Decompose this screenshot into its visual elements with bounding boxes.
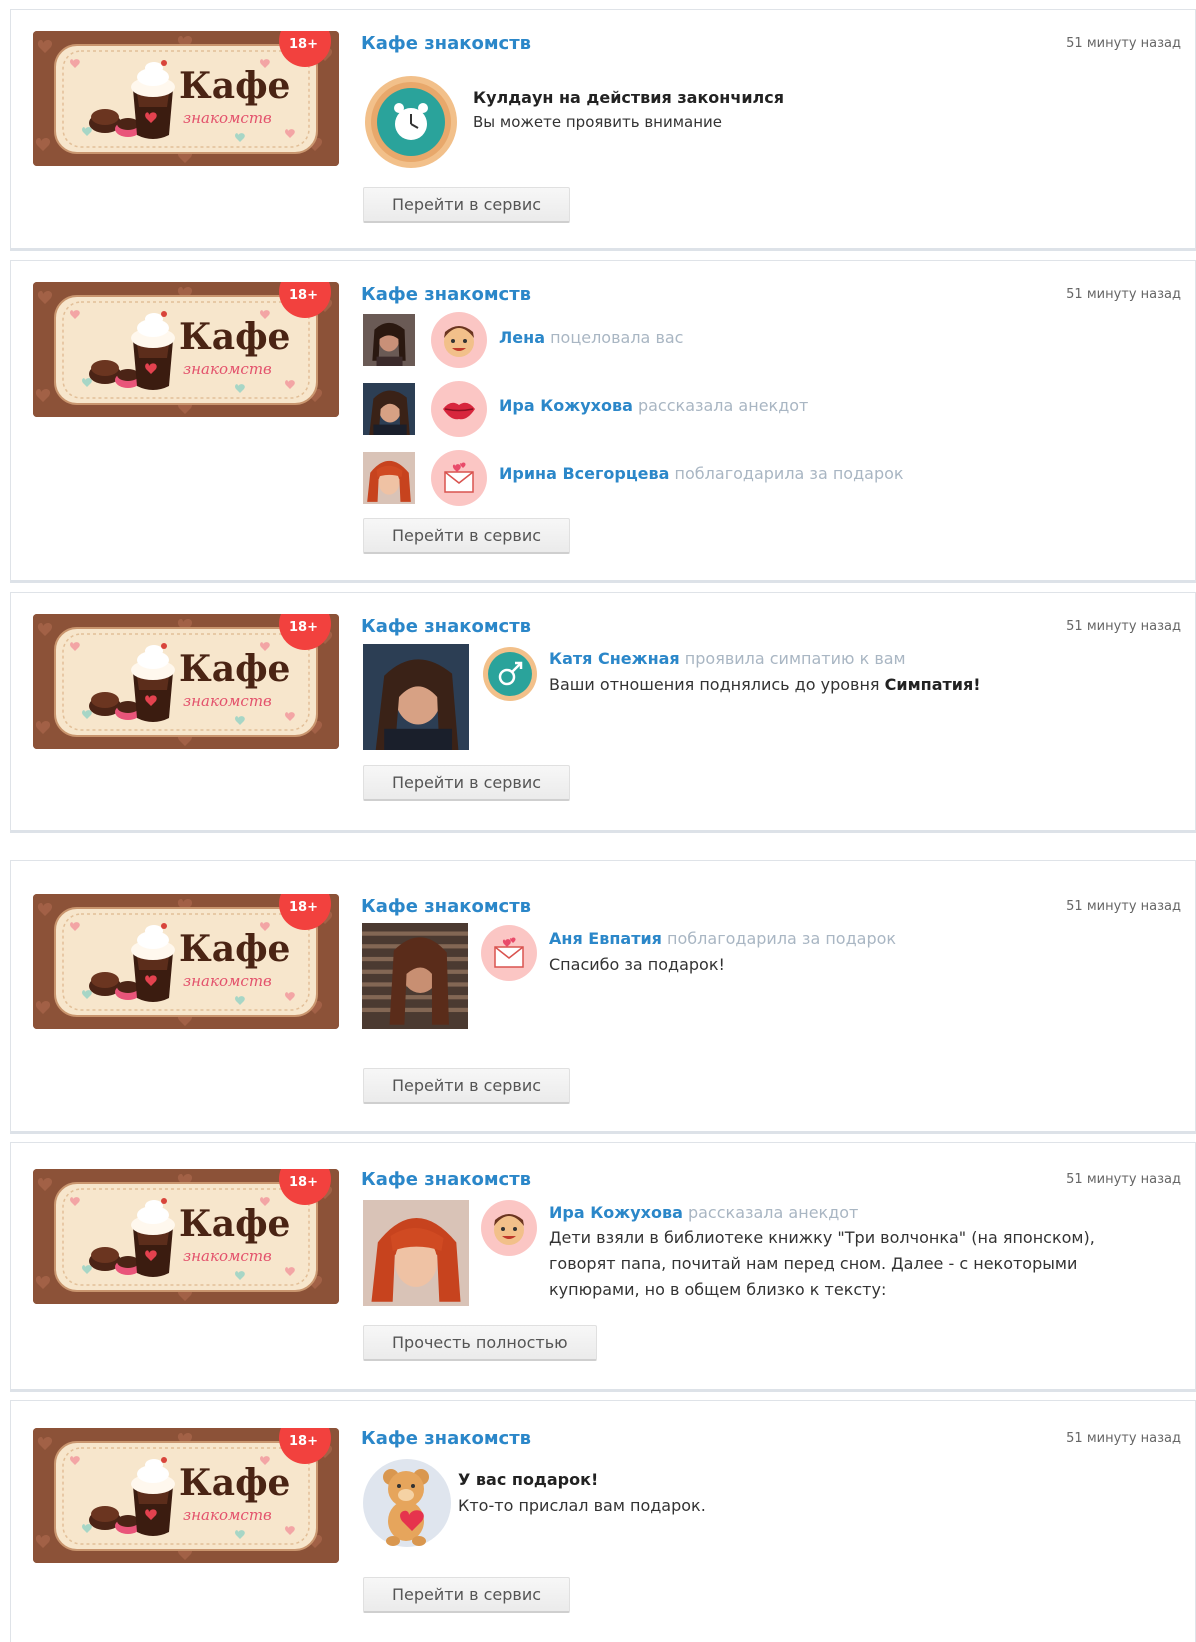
banner-subtitle: знакомств [183,972,272,990]
teddy-bear-icon [361,1457,453,1549]
user-name-link[interactable]: Ира Кожухова [499,396,633,415]
user-name-link[interactable]: Аня Евпатия [549,929,662,948]
app-title-link[interactable]: Кафе знакомств [361,896,531,917]
notification-card: Кафе знакомств 18+ Кафе знакомств 51 мин… [10,9,1196,251]
age-badge: 18+ [289,1434,318,1449]
age-badge: 18+ [289,1175,318,1190]
timestamp: 51 минуту назад [1066,619,1181,634]
banner-title: Кафе [179,1462,291,1504]
go-to-service-button[interactable]: Перейти в сервис [363,187,571,223]
go-to-service-button[interactable]: Перейти в сервис [363,518,571,554]
banner-subtitle: знакомств [183,360,272,378]
gender-symbol-icon [482,646,538,702]
smiling-man-icon [431,312,487,368]
event-line: Ирина Всегорцева поблагодарила за подаро… [499,464,904,483]
age-badge: 18+ [289,37,318,52]
app-banner[interactable]: Кафе знакомств 18+ [33,282,339,417]
notification-card: Кафе знакомств 18+ Кафе знакомств 51 мин… [10,1142,1196,1392]
event-action: рассказала анекдот [687,1203,859,1222]
app-title-link[interactable]: Кафе знакомств [361,33,531,54]
banner-subtitle: знакомств [183,1247,272,1265]
banner-title: Кафе [179,316,291,358]
timestamp: 51 минуту назад [1066,1431,1181,1446]
go-to-service-button[interactable]: Перейти в сервис [363,1577,571,1613]
notification-card: Кафе знакомств 18+ Кафе знакомств 51 мин… [10,1400,1196,1642]
event-action: рассказала анекдот [637,396,809,415]
user-avatar[interactable] [363,644,469,750]
banner-title: Кафе [179,928,291,970]
app-banner[interactable]: Кафе знакомств 18+ [33,614,339,749]
notification-heading: У вас подарок! [458,1470,599,1489]
event-line: Ира Кожухова рассказала анекдот [499,396,808,415]
banner-subtitle: знакомств [183,692,272,710]
user-avatar[interactable] [362,923,468,1029]
app-banner[interactable]: Кафе знакомств 18+ [33,1428,339,1563]
app-title-link[interactable]: Кафе знакомств [361,1428,531,1449]
app-title-link[interactable]: Кафе знакомств [361,1169,531,1190]
timestamp: 51 минуту назад [1066,36,1181,51]
heart-envelope-icon [431,450,487,506]
notification-text: Кто-то прислал вам подарок. [458,1496,706,1515]
user-name-link[interactable]: Ирина Всегорцева [499,464,669,483]
banner-subtitle: знакомств [183,1506,272,1524]
event-action: поблагодарила за подарок [667,929,897,948]
event-line: Ира Кожухова рассказала анекдот [549,1203,858,1222]
joke-text: Дети взяли в библиотеке книжку "Три волч… [549,1228,1095,1299]
event-line: Катя Снежная проявила симпатию к вам [549,649,906,668]
banner-title: Кафе [179,648,291,690]
timestamp: 51 минуту назад [1066,1172,1181,1187]
event-action: поцеловала вас [550,328,684,347]
app-banner[interactable]: Кафе знакомств 18+ [33,1169,339,1304]
event-line: Лена поцеловала вас [499,328,683,347]
notification-card: Кафе знакомств 18+ Кафе знакомств 51 мин… [10,260,1196,583]
notification-text: Вы можете проявить внимание [473,113,723,131]
read-full-button[interactable]: Прочесть полностью [363,1325,597,1361]
notification-heading: Кулдаун на действия закончился [473,88,785,107]
user-avatar[interactable] [363,314,415,366]
notification-text: Ваши отношения поднялись до уровня Симпа… [549,675,981,694]
banner-title: Кафе [179,1203,291,1245]
timestamp: 51 минуту назад [1066,899,1181,914]
user-name-link[interactable]: Катя Снежная [549,649,680,668]
user-name-link[interactable]: Ира Кожухова [549,1203,683,1222]
smiling-man-icon [481,1200,537,1256]
age-badge: 18+ [289,900,318,915]
age-badge: 18+ [289,620,318,635]
heart-envelope-icon [481,925,537,981]
event-action: проявила симпатию к вам [684,649,906,668]
go-to-service-button[interactable]: Перейти в сервис [363,1068,571,1104]
timestamp: 51 минуту назад [1066,287,1181,302]
app-title-link[interactable]: Кафе знакомств [361,284,531,305]
user-avatar[interactable] [363,1200,469,1306]
user-name-link[interactable]: Лена [499,328,545,347]
app-banner[interactable]: Кафе знакомств 18+ [33,894,339,1029]
notification-card: Кафе знакомств 18+ Кафе знакомств 51 мин… [10,860,1196,1134]
age-badge: 18+ [289,288,318,303]
app-banner[interactable]: Кафе знакомств 18+ [33,31,339,166]
banner-subtitle: знакомств [183,109,272,127]
app-title-link[interactable]: Кафе знакомств [361,616,531,637]
user-avatar[interactable] [363,452,415,504]
notification-card: Кафе знакомств 18+ Кафе знакомств 51 мин… [10,592,1196,833]
go-to-service-button[interactable]: Перейти в сервис [363,765,571,801]
banner-title: Кафе [179,65,291,107]
event-action: поблагодарила за подарок [674,464,904,483]
relation-level: Симпатия! [884,675,981,694]
alarm-clock-icon [363,74,459,170]
user-avatar[interactable] [363,383,415,435]
lips-icon [431,381,487,437]
notification-text: Спасибо за подарок! [549,955,725,974]
event-line: Аня Евпатия поблагодарила за подарок [549,929,896,948]
relation-text: Ваши отношения поднялись до уровня [549,675,880,694]
